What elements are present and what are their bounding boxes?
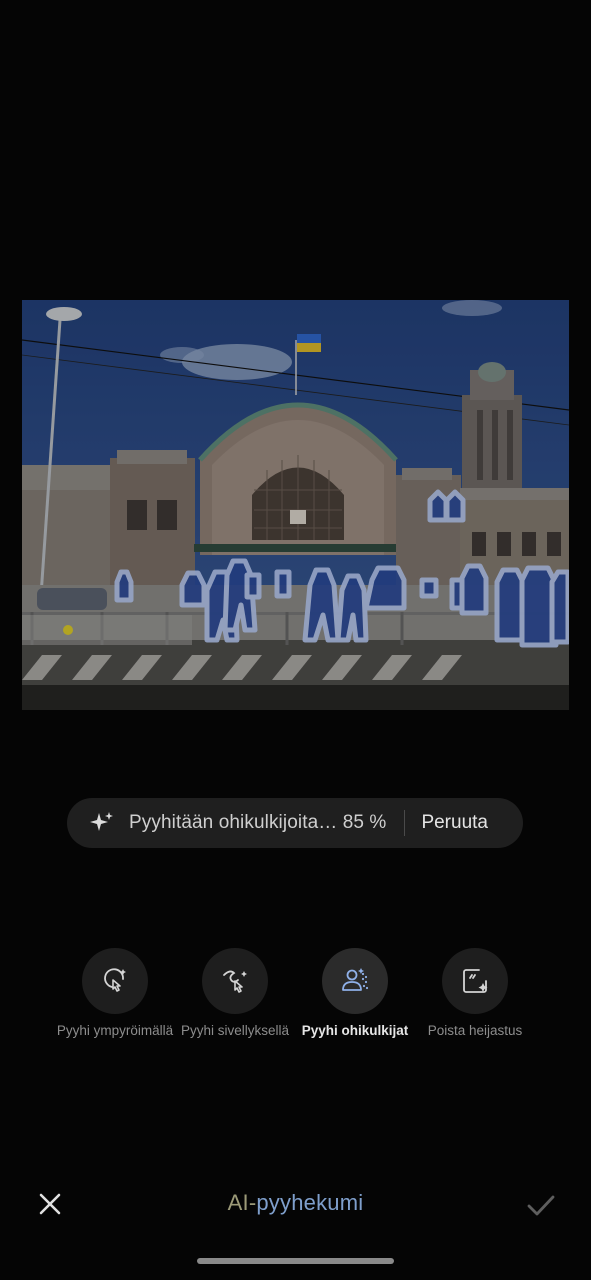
tool-remove-reflection-button[interactable] bbox=[442, 948, 508, 1014]
title-main: pyyhekumi bbox=[256, 1190, 364, 1215]
tool-people-erase-label: Pyyhi ohikulkijat bbox=[301, 1023, 409, 1038]
tool-brush-erase-label: Pyyhi sivellyksellä bbox=[180, 1023, 290, 1038]
title-prefix: AI- bbox=[227, 1190, 257, 1215]
home-indicator[interactable] bbox=[197, 1258, 394, 1264]
tool-remove-reflection[interactable]: Poista heijastus bbox=[415, 948, 535, 1039]
pill-divider bbox=[404, 810, 406, 836]
people-erase-icon bbox=[342, 968, 369, 991]
bottom-bar: AI-pyyhekumi bbox=[0, 1176, 591, 1232]
tool-circle-erase[interactable]: Pyyhi ympyröimällä bbox=[55, 948, 175, 1039]
tool-circle-erase-button[interactable] bbox=[82, 948, 148, 1014]
tool-circle-erase-label: Pyyhi ympyröimällä bbox=[56, 1023, 174, 1038]
photo-canvas[interactable] bbox=[22, 300, 569, 710]
tool-remove-reflection-label: Poista heijastus bbox=[427, 1023, 523, 1038]
progress-pill: Pyyhitään ohikulkijoita… 85 % Peruuta bbox=[67, 798, 523, 848]
tool-people-erase-button[interactable] bbox=[322, 948, 388, 1014]
progress-status-text: Pyyhitään ohikulkijoita… 85 % bbox=[129, 812, 387, 833]
reflection-remove-icon bbox=[463, 969, 488, 993]
sparkle-icon bbox=[90, 812, 113, 831]
cancel-button[interactable]: Peruuta bbox=[421, 812, 488, 834]
tool-brush-erase[interactable]: Pyyhi sivellyksellä bbox=[175, 948, 295, 1039]
screen-title: AI-pyyhekumi bbox=[0, 1190, 591, 1216]
tool-row: Pyyhi ympyröimällä Pyyhi sivellyksellä P… bbox=[55, 948, 535, 1068]
check-icon[interactable] bbox=[524, 1188, 558, 1222]
tool-people-erase[interactable]: Pyyhi ohikulkijat bbox=[295, 948, 415, 1039]
brush-icon bbox=[223, 970, 247, 993]
tool-brush-erase-button[interactable] bbox=[202, 948, 268, 1014]
circle-select-icon bbox=[104, 968, 126, 992]
station-photo bbox=[22, 300, 569, 710]
